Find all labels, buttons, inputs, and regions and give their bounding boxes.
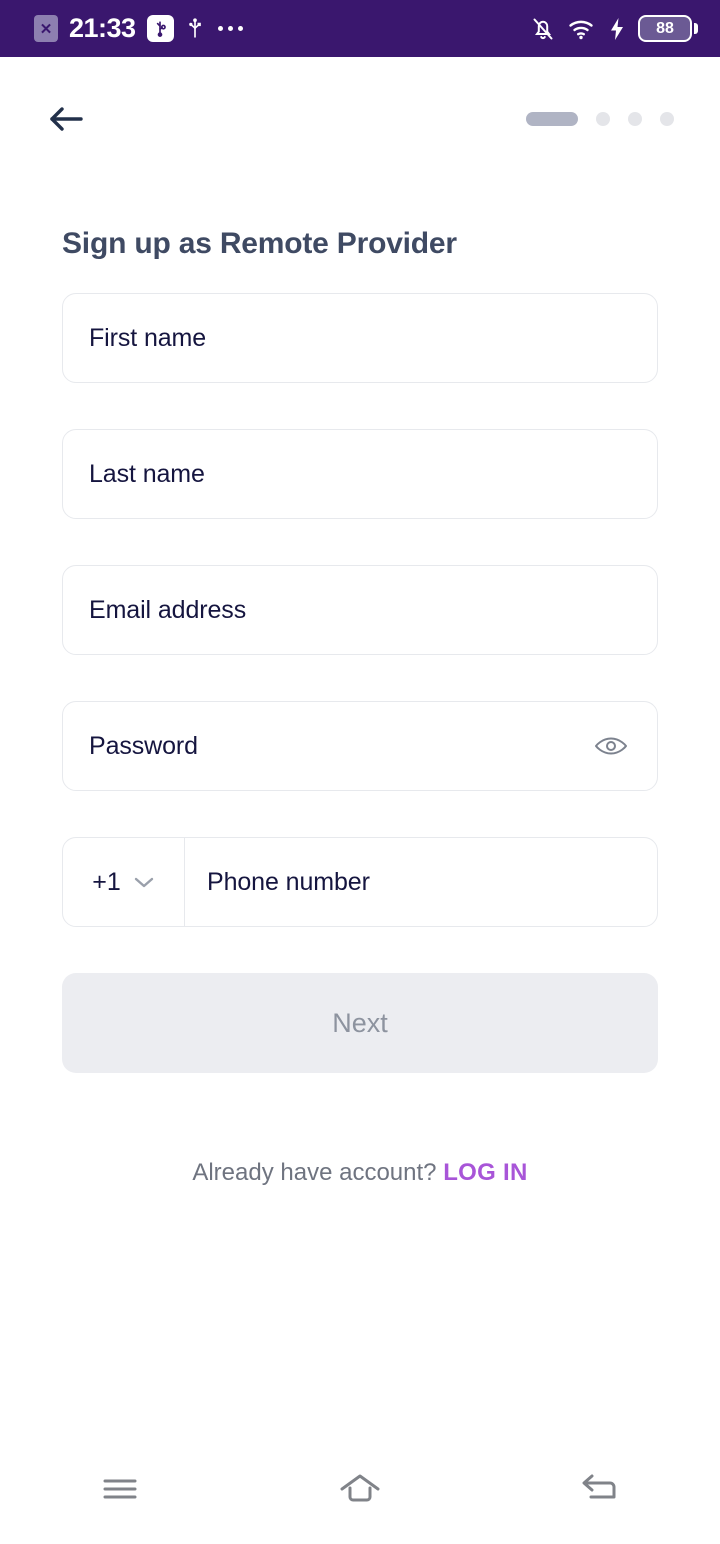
recents-button[interactable] <box>0 1434 240 1544</box>
step-indicator-active <box>526 112 578 126</box>
back-arrow-icon <box>582 1474 616 1499</box>
phone-screen: ✕ 21:33 88 Sign up as Remote Provider Fi… <box>0 0 720 1544</box>
first-name-field[interactable]: First name <box>62 293 658 383</box>
status-bar-clock: 21:33 <box>69 13 136 43</box>
step-indicator <box>526 112 674 126</box>
lightning-bolt-icon <box>609 17 625 41</box>
app-content: Sign up as Remote Provider First name La… <box>0 57 720 1544</box>
battery-level-text: 88 <box>656 19 674 37</box>
status-bar-right: 88 <box>531 15 698 42</box>
login-prompt-row: Already have account? LOG IN <box>62 1159 658 1187</box>
last-name-field[interactable]: Last name <box>62 429 658 519</box>
login-link[interactable]: LOG IN <box>443 1159 527 1186</box>
usb-icon <box>185 17 205 41</box>
bell-slash-icon <box>531 16 555 42</box>
page-title: Sign up as Remote Provider <box>62 227 457 260</box>
country-code-value: +1 <box>92 867 121 896</box>
arrow-left-icon <box>50 107 83 131</box>
country-code-selector[interactable]: +1 <box>63 838 185 926</box>
email-address-field[interactable]: Email address <box>62 565 658 655</box>
status-bar-left: ✕ 21:33 <box>34 15 243 42</box>
menu-icon <box>103 1479 137 1499</box>
password-placeholder: Password <box>89 731 198 760</box>
step-indicator-dot <box>660 112 674 126</box>
phone-number-input[interactable]: Phone number <box>185 838 657 926</box>
more-dots-icon <box>217 26 243 31</box>
password-field[interactable]: Password <box>62 701 658 791</box>
app-topbar <box>0 89 720 149</box>
first-name-placeholder: First name <box>89 323 207 352</box>
phone-number-placeholder: Phone number <box>207 867 370 896</box>
home-button[interactable] <box>240 1434 480 1544</box>
last-name-placeholder: Last name <box>89 459 205 488</box>
status-bar: ✕ 21:33 88 <box>0 0 720 57</box>
step-indicator-dot <box>596 112 610 126</box>
battery-indicator: 88 <box>638 15 698 42</box>
back-button[interactable] <box>40 93 92 145</box>
chevron-down-icon <box>134 877 153 888</box>
signup-form: First name Last name Email address Passw… <box>62 293 658 1187</box>
wifi-icon <box>568 17 596 41</box>
next-button[interactable]: Next <box>62 973 658 1073</box>
android-navigation-bar <box>0 1434 720 1544</box>
email-address-placeholder: Email address <box>89 595 247 624</box>
sim-x-icon: ✕ <box>34 15 58 42</box>
login-prompt-text: Already have account? <box>192 1159 437 1186</box>
phone-number-field[interactable]: +1 Phone number <box>62 837 658 927</box>
eye-icon <box>595 737 627 755</box>
back-nav-button[interactable] <box>480 1434 720 1544</box>
home-icon <box>340 1474 380 1502</box>
step-indicator-dot <box>628 112 642 126</box>
usb-debugging-icon <box>146 15 174 42</box>
toggle-password-visibility-button[interactable] <box>589 724 633 768</box>
